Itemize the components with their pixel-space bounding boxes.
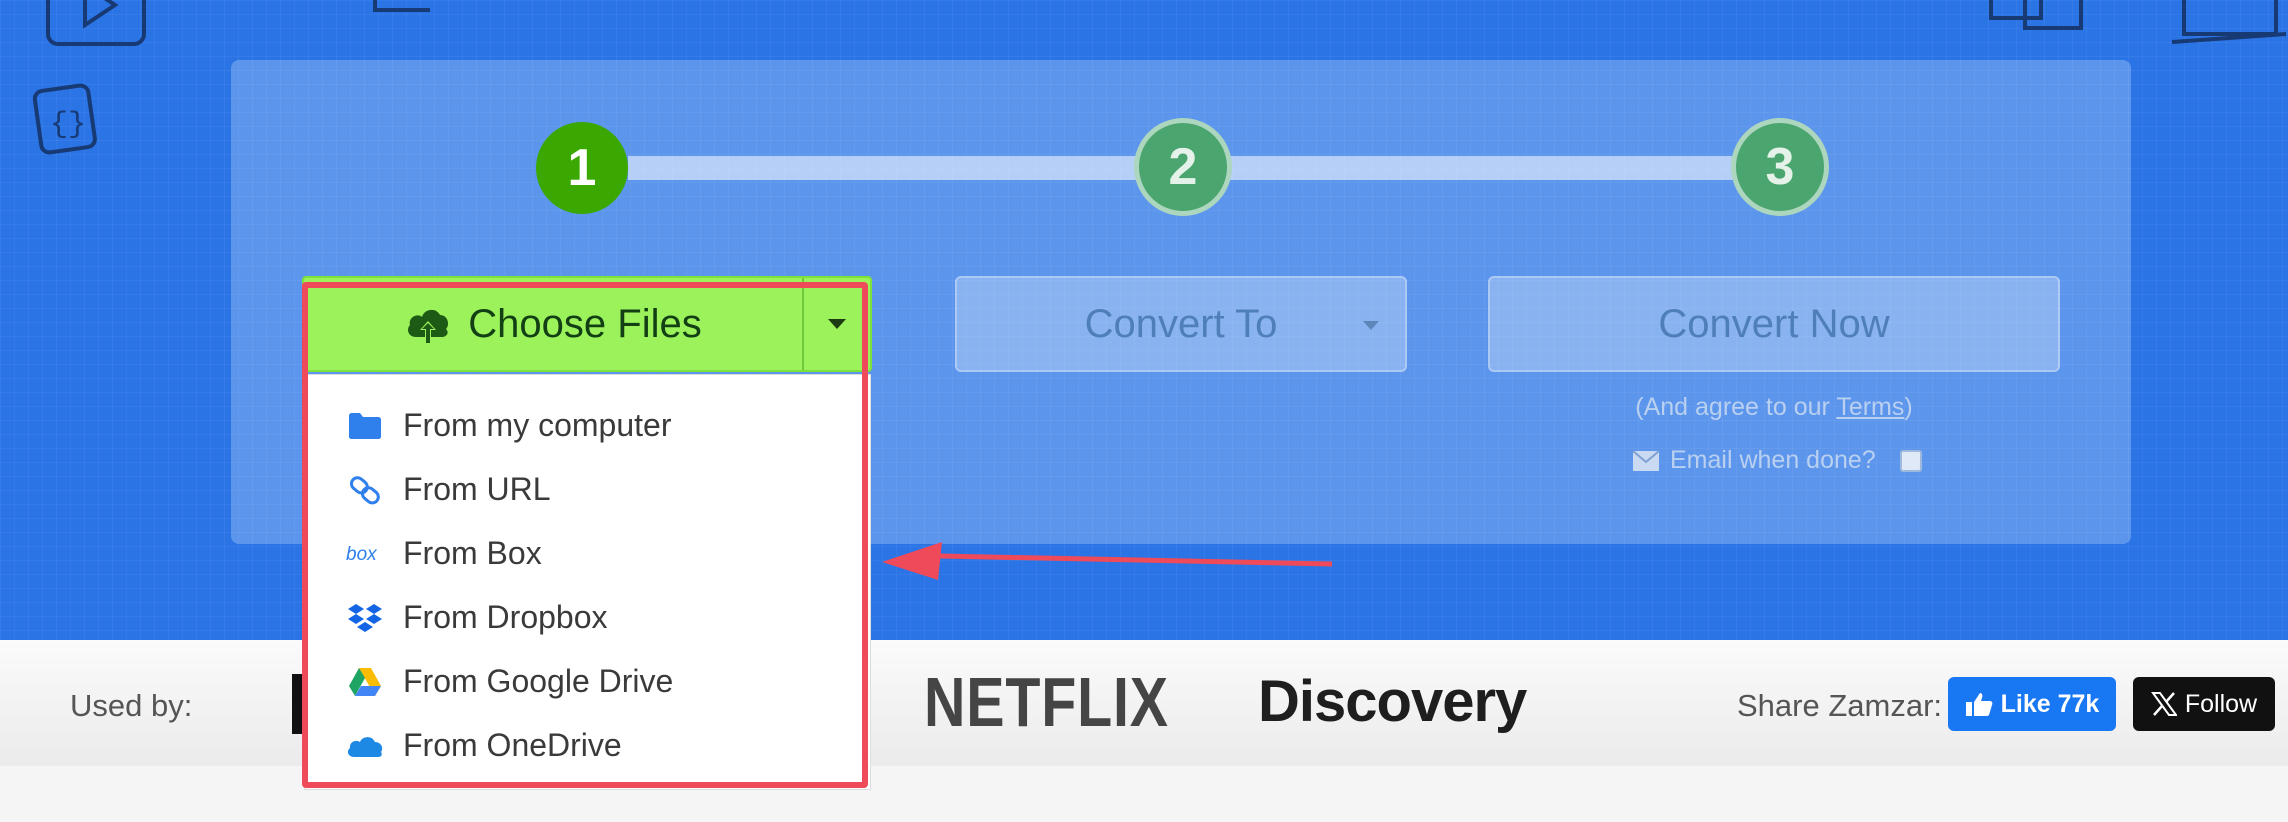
- doc-file-icon: [373, 0, 430, 12]
- terms-link[interactable]: Terms: [1836, 393, 1904, 421]
- dropdown-item-from-google-drive[interactable]: From Google Drive: [345, 663, 673, 700]
- follow-label: Follow: [2184, 689, 2258, 718]
- progress-track-2: [1226, 156, 1766, 180]
- laptop-icon: [2171, 0, 2287, 44]
- svg-text:{}: {}: [50, 108, 86, 142]
- envelope-icon: [1632, 449, 1660, 471]
- dropdown-item-label: From my computer: [403, 407, 672, 443]
- step-1-indicator: 1: [536, 122, 628, 214]
- dropdown-item-label: From OneDrive: [403, 727, 622, 763]
- link-icon: [345, 472, 385, 508]
- thumbs-up-icon: [1965, 693, 1993, 716]
- dropdown-item-from-box[interactable]: box From Box: [345, 535, 542, 572]
- terms-prefix: (And agree to our: [1635, 393, 1837, 421]
- cloud-upload-icon: [408, 309, 449, 343]
- dropdown-item-label: From Google Drive: [403, 663, 674, 699]
- box-icon: box: [345, 536, 385, 572]
- code-file-icon: {}: [32, 83, 97, 155]
- terms-text: (And agree to our Terms): [1488, 393, 2060, 422]
- svg-text:box: box: [346, 544, 378, 565]
- dropdown-item-label: From Dropbox: [403, 599, 608, 635]
- dropdown-item-label: From Box: [403, 535, 542, 571]
- video-file-icon: [46, 0, 146, 46]
- like-label: Like 77k: [2000, 689, 2100, 718]
- convert-to-label: Convert To: [1084, 301, 1278, 346]
- x-logo-icon: [2150, 692, 2177, 716]
- dropdown-item-label: From URL: [403, 471, 551, 507]
- email-when-done-label: Email when done?: [1670, 446, 1876, 474]
- dropdown-item-from-dropbox[interactable]: From Dropbox: [345, 599, 608, 636]
- facebook-like-button[interactable]: Like 77k: [1948, 677, 2116, 731]
- discovery-logo: Discovery: [1258, 669, 1527, 734]
- x-follow-button[interactable]: Follow: [2133, 677, 2275, 731]
- step-2-indicator: 2: [1134, 118, 1232, 216]
- choose-files-dropdown-toggle[interactable]: [802, 278, 870, 370]
- choose-files-button-group: Choose Files: [302, 276, 872, 372]
- google-drive-icon: [345, 664, 385, 700]
- caret-down-icon: [828, 319, 846, 329]
- email-checkbox[interactable]: [1899, 449, 1922, 472]
- annotation-arrow: [882, 542, 1333, 580]
- choose-files-dropdown-menu: From my computer From URL box From Box F…: [304, 374, 871, 790]
- convert-now-label: Convert Now: [1658, 301, 1890, 346]
- step-3-indicator: 3: [1731, 118, 1829, 216]
- used-by-label: Used by:: [70, 688, 193, 723]
- convert-now-button[interactable]: Convert Now: [1488, 276, 2060, 372]
- share-label: Share Zamzar:: [1737, 688, 1943, 723]
- dropdown-item-from-computer[interactable]: From my computer: [345, 407, 671, 444]
- folder-icon: [345, 408, 385, 444]
- choose-files-button[interactable]: Choose Files: [304, 278, 802, 370]
- onedrive-icon: [345, 728, 385, 764]
- caret-down-icon: [1363, 321, 1379, 330]
- netflix-logo: NETFLIX: [924, 663, 1169, 741]
- email-when-done: Email when done?: [1632, 446, 1922, 475]
- dropdown-item-from-onedrive[interactable]: From OneDrive: [345, 727, 622, 764]
- files-stack-icon: [1989, 0, 2083, 30]
- terms-suffix: ): [1904, 393, 1913, 421]
- partner-logo-partial: [292, 674, 304, 734]
- progress-track-1: [628, 156, 1176, 180]
- dropdown-item-from-url[interactable]: From URL: [345, 471, 551, 508]
- choose-files-label: Choose Files: [468, 301, 702, 346]
- dropbox-icon: [345, 600, 385, 636]
- convert-to-select[interactable]: Convert To: [955, 276, 1407, 372]
